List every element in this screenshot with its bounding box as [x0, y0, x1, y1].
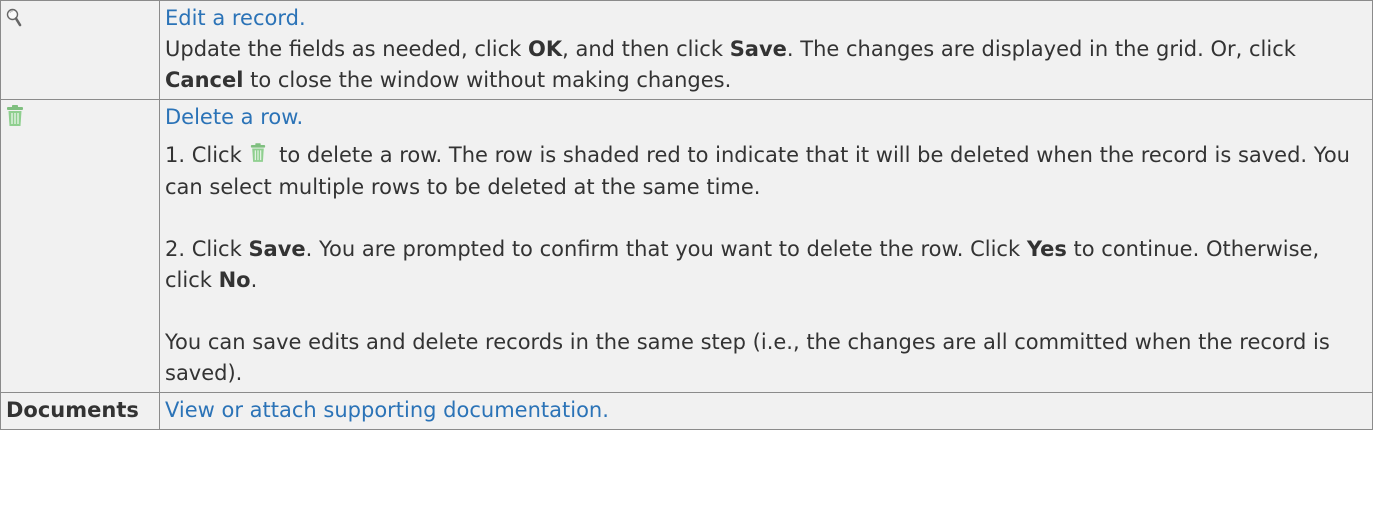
- edit-record-link[interactable]: Edit a record.: [165, 6, 306, 30]
- delete-bold-no: No: [218, 268, 251, 292]
- delete-step-1: 1. Click to delete a row. The row is sha…: [165, 140, 1366, 203]
- table-row-edit: Edit a record. Update the fields as need…: [0, 0, 1373, 100]
- documents-label-cell: Documents: [0, 392, 160, 430]
- delete-step-2-text-2: . You are prompted to confirm that you w…: [305, 237, 1027, 261]
- edit-text-1: Update the fields as needed, click: [165, 37, 528, 61]
- help-table: Edit a record. Update the fields as need…: [0, 0, 1373, 430]
- edit-bold-save: Save: [729, 37, 787, 61]
- edit-text-2: , and then click: [562, 37, 730, 61]
- magnifier-icon: [6, 6, 22, 37]
- delete-bold-save: Save: [248, 237, 306, 261]
- delete-row-link[interactable]: Delete a row.: [165, 105, 303, 129]
- trash-icon: [250, 141, 266, 172]
- table-row-documents: Documents View or attach supporting docu…: [0, 392, 1373, 430]
- delete-note: You can save edits and delete records in…: [165, 330, 1330, 385]
- documents-description-cell: View or attach supporting documentation.: [159, 392, 1373, 430]
- delete-step-2-text-4: .: [250, 268, 258, 292]
- documents-label: Documents: [6, 398, 139, 422]
- delete-bold-yes: Yes: [1026, 237, 1067, 261]
- edit-text-3: . The changes are displayed in the grid.…: [786, 37, 1296, 61]
- delete-step-1-post: to delete a row. The row is shaded red t…: [165, 143, 1350, 199]
- delete-icon-cell: [0, 99, 160, 393]
- table-row-delete: Delete a row. 1. Click to delete a row. …: [0, 99, 1373, 393]
- edit-text-4: to close the window without making chang…: [243, 68, 732, 92]
- edit-description-cell: Edit a record. Update the fields as need…: [159, 0, 1373, 100]
- delete-step-2: 2. Click Save. You are prompted to confi…: [165, 234, 1366, 296]
- delete-step-1-pre: 1. Click: [165, 143, 249, 167]
- edit-bold-ok: OK: [527, 37, 563, 61]
- edit-instructions: Update the fields as needed, click OK, a…: [165, 34, 1366, 96]
- trash-icon: [6, 105, 24, 136]
- documents-link[interactable]: View or attach supporting documentation.: [165, 398, 609, 422]
- edit-bold-cancel: Cancel: [165, 68, 244, 92]
- delete-step-2-text-1: 2. Click: [165, 237, 249, 261]
- delete-description-cell: Delete a row. 1. Click to delete a row. …: [159, 99, 1373, 393]
- edit-icon-cell: [0, 0, 160, 100]
